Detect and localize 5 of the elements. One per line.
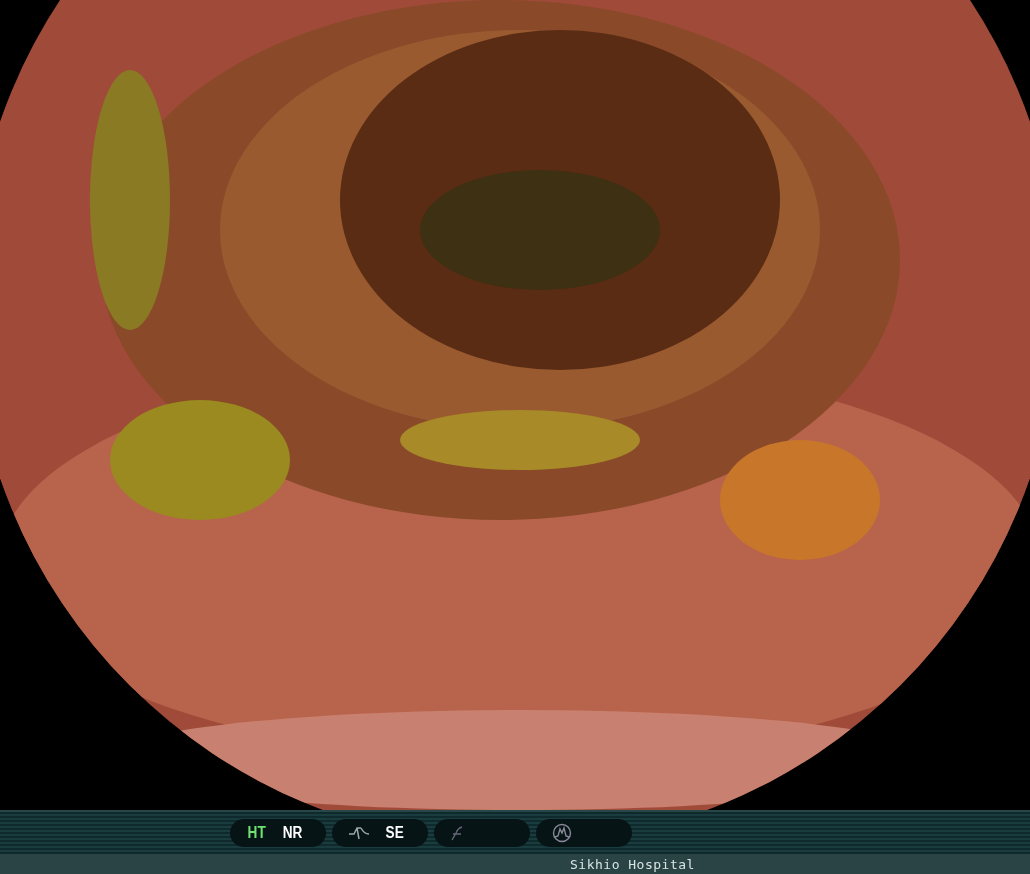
hospital-name: Sikhio Hospital (570, 856, 695, 872)
peak-icon (552, 823, 572, 843)
mode-label: HT (247, 824, 266, 842)
mode-label: NR (283, 824, 303, 842)
mode-label: SE (385, 824, 404, 842)
